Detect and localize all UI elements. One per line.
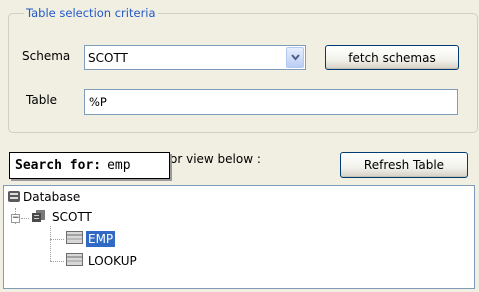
search-tooltip: Search for: emp (9, 152, 170, 179)
database-icon (7, 189, 21, 206)
view-list-caption: or view below : (170, 152, 261, 166)
table-icon (66, 231, 83, 247)
tooltip-prefix: Search for: (15, 158, 102, 173)
chevron-down-icon[interactable] (286, 47, 304, 68)
tree-connector (50, 226, 52, 261)
table-label: Table (26, 93, 58, 107)
tooltip-query: emp (107, 158, 131, 173)
tree-node-table-lookup[interactable]: LOOKUP (66, 252, 139, 270)
database-tree[interactable]: Database − SCOTT EMP LOOKUP (3, 185, 475, 289)
table-icon (66, 253, 83, 269)
schema-label: Schema (22, 49, 71, 63)
refresh-table-button[interactable]: Refresh Table (340, 152, 468, 178)
tree-connector (50, 239, 64, 241)
tree-label-schema: SCOTT (52, 210, 92, 224)
tree-node-database[interactable]: Database (7, 188, 82, 206)
table-filter-value: %P (89, 95, 107, 109)
tree-label-table-emp: EMP (84, 230, 117, 248)
tree-label-table-lookup: LOOKUP (88, 254, 137, 268)
schema-icon (31, 209, 47, 226)
fetch-schemas-button[interactable]: fetch schemas (325, 45, 459, 70)
collapse-icon[interactable]: − (11, 214, 20, 223)
table-filter-input[interactable]: %P (84, 89, 458, 115)
tree-connector (50, 261, 64, 263)
tree-connector (21, 218, 29, 220)
tree-node-table-emp[interactable]: EMP (66, 230, 117, 248)
schema-value: SCOTT (88, 51, 128, 65)
tree-label-database: Database (23, 190, 81, 204)
tree-node-schema[interactable]: SCOTT (31, 208, 94, 226)
table-selection-groupbox (8, 13, 478, 133)
groupbox-title: Table selection criteria (24, 6, 158, 20)
schema-combobox[interactable]: SCOTT (84, 45, 306, 70)
